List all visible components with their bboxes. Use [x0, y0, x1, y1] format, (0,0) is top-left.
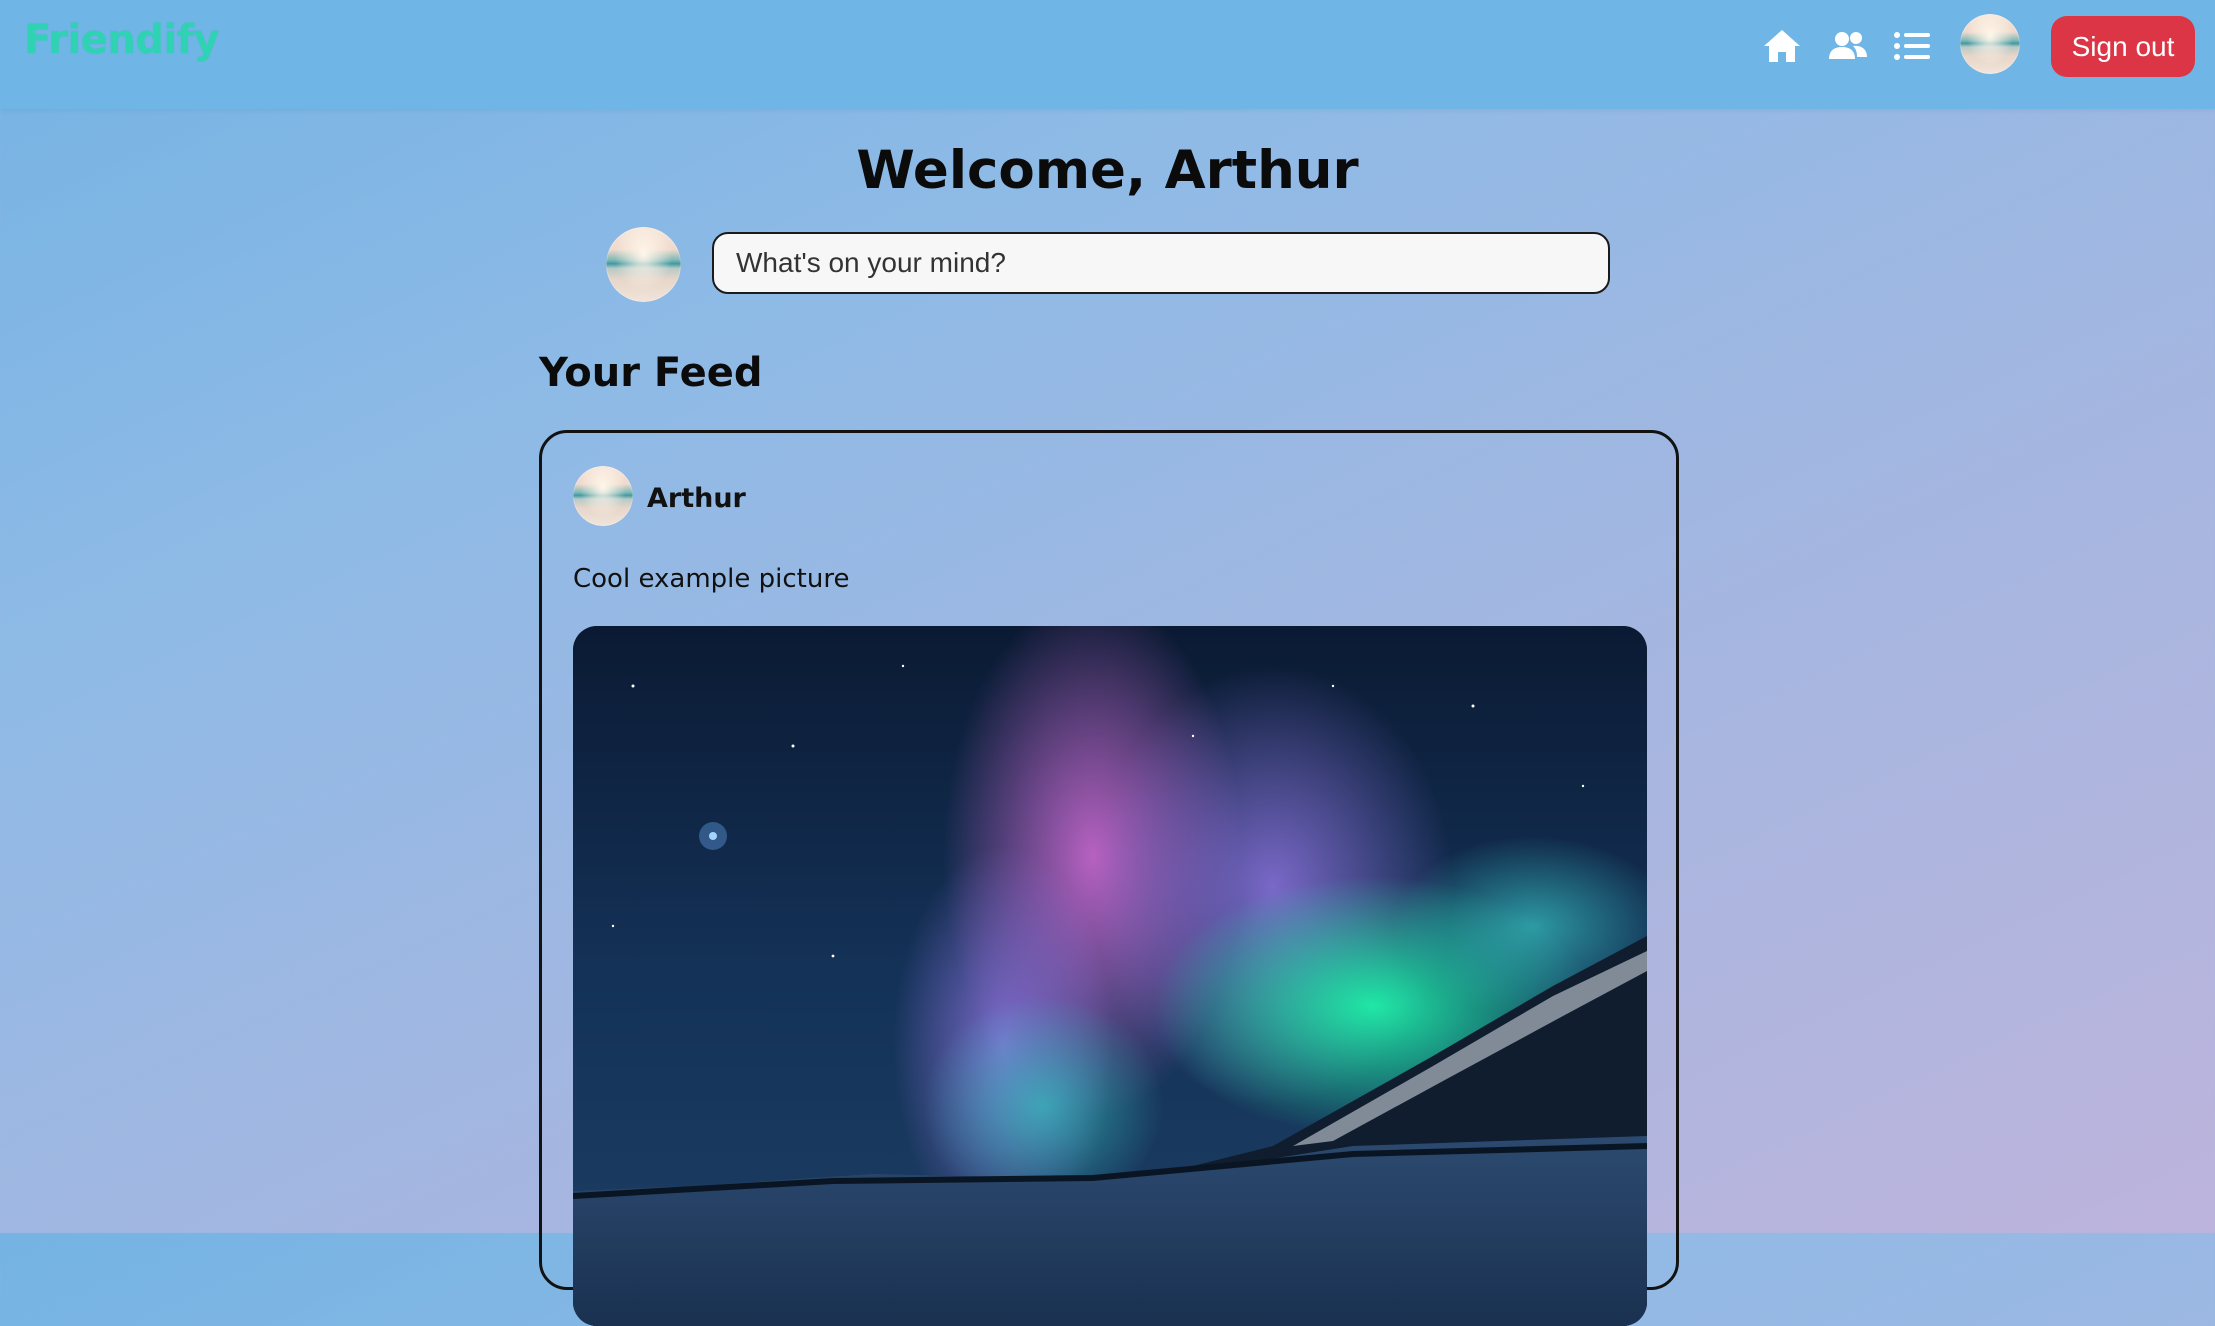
brand-logo[interactable]: Friendify	[24, 17, 220, 63]
sign-out-button[interactable]: Sign out	[2051, 16, 2195, 77]
feed-title: Your Feed	[539, 350, 763, 396]
post-author-avatar[interactable]	[573, 466, 633, 526]
aurora-photo	[573, 626, 1647, 1326]
navbar: Friendify Sign out	[0, 0, 2215, 109]
friends-icon[interactable]	[1826, 24, 1870, 68]
welcome-heading: Welcome, Arthur	[856, 140, 1359, 201]
post-image[interactable]	[573, 626, 1647, 1326]
post-author-name[interactable]: Arthur	[647, 483, 746, 514]
composer-avatar	[606, 227, 681, 302]
avatar-image	[573, 466, 633, 526]
avatar-image	[1960, 14, 2020, 74]
profile-avatar[interactable]	[1960, 14, 2020, 74]
home-icon[interactable]	[1760, 24, 1804, 68]
list-icon[interactable]	[1890, 24, 1934, 68]
post-card: Arthur Cool example picture	[539, 430, 1679, 1326]
avatar-image	[606, 227, 681, 302]
post-text: Cool example picture	[573, 564, 850, 594]
post-composer-input[interactable]	[712, 232, 1610, 294]
